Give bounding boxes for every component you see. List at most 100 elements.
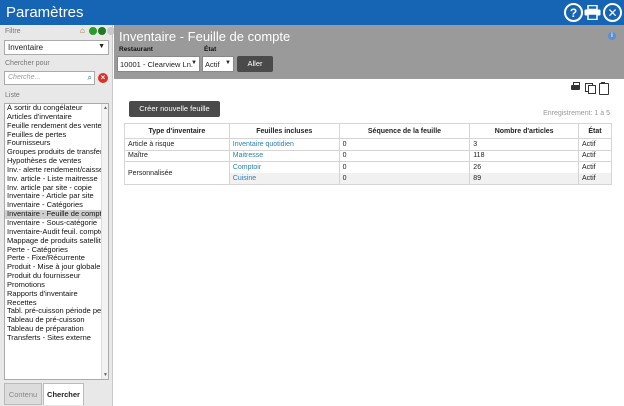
- chevron-down-icon: ▼: [191, 60, 197, 66]
- cell-etat: Actif: [578, 138, 612, 151]
- table-body: Article à risque Inventaire quotidien 0 3 Ac…: [124, 138, 612, 185]
- cell-type: Maître: [124, 150, 230, 162]
- list-item[interactable]: À sortir du congélateur: [5, 104, 108, 113]
- col-header-etat[interactable]: État: [578, 123, 612, 139]
- filter-select-value: Inventaire: [8, 43, 44, 52]
- list-item[interactable]: Groupes produits de transfert: [5, 148, 108, 157]
- toolbar: [570, 82, 609, 95]
- list-item[interactable]: Inventaire - Feuille de compte: [5, 210, 108, 219]
- tab-chercher[interactable]: Chercher: [43, 383, 84, 405]
- cell-feuille: Comptoir: [228, 161, 340, 173]
- scroll-down-icon[interactable]: ▼: [102, 371, 108, 379]
- filter-select[interactable]: Inventaire ▼: [4, 40, 109, 55]
- home-icon[interactable]: ⌂: [80, 27, 88, 35]
- restaurant-select-value: 10001 - Clearview Ln.: [120, 60, 193, 69]
- list-item[interactable]: Rapports d'inventaire: [5, 290, 108, 299]
- list-item[interactable]: Inventaire - Article par site: [5, 192, 108, 201]
- cell-sequence: 0: [338, 138, 471, 151]
- col-header-nombre[interactable]: Nombre d'articles: [469, 123, 580, 139]
- chevron-down-icon: ▼: [225, 60, 231, 66]
- help-icon[interactable]: ?: [564, 3, 583, 22]
- col-header-type[interactable]: Type d'inventaire: [124, 123, 230, 139]
- cell-feuille: Inventaire quotidien: [228, 138, 340, 151]
- main-header: Inventaire - Feuille de compte i Restaur…: [114, 25, 624, 79]
- info-icon[interactable]: i: [608, 32, 616, 40]
- filter-label: Filtre: [5, 28, 21, 35]
- window-title: Paramètres: [6, 4, 84, 21]
- page-title: Inventaire - Feuille de compte: [119, 29, 291, 44]
- list-item[interactable]: Inv. article - Liste maitresse: [5, 175, 108, 184]
- list-item[interactable]: Recettes: [5, 299, 108, 308]
- search-label: Chercher pour: [5, 60, 50, 67]
- etat-select[interactable]: Actif ▼: [202, 56, 234, 72]
- table-row[interactable]: Maître Maitresse 0 118 Actif: [124, 150, 612, 162]
- sheet-link[interactable]: Maitresse: [233, 152, 263, 159]
- list-item[interactable]: Tableau de pré-cuisson: [5, 316, 108, 325]
- list-item[interactable]: Perte - Fixe/Récurrente: [5, 254, 108, 263]
- list-item[interactable]: Tableau de préparation: [5, 325, 108, 334]
- cell-nombre: 3: [469, 138, 580, 151]
- search-placeholder: Cherche...: [8, 74, 41, 81]
- list-item[interactable]: Inv. article par site - copie: [5, 184, 108, 193]
- close-icon[interactable]: ✕: [603, 3, 622, 22]
- cell-feuille: Cuisine: [228, 173, 340, 185]
- list-item[interactable]: Fournisseurs: [5, 139, 108, 148]
- cell-nombre: 26: [469, 161, 580, 173]
- col-header-feuilles[interactable]: Feuilles incluses: [228, 123, 340, 139]
- copy-icon[interactable]: [584, 82, 596, 94]
- list-item[interactable]: Inventaire-Audit feuil. compte: [5, 228, 108, 237]
- cell-sequence: 0: [338, 161, 471, 173]
- sheet-link[interactable]: Inventaire quotidien: [233, 141, 294, 148]
- cell-sequence: 0: [338, 150, 471, 162]
- cell-type: Article à risque: [124, 138, 230, 151]
- record-count: Enregistrement: 1 à 5: [543, 110, 610, 117]
- list-item[interactable]: Feuille rendement des ventes: [5, 122, 108, 131]
- list-item[interactable]: Mappage de produits satellites: [5, 237, 108, 246]
- sheet-link[interactable]: Comptoir: [233, 164, 261, 171]
- cell-sequence: 0: [338, 173, 471, 185]
- table-row[interactable]: Article à risque Inventaire quotidien 0 3 Ac…: [124, 138, 612, 151]
- tab-contenu[interactable]: Contenu: [4, 383, 42, 405]
- clear-search-icon[interactable]: ×: [98, 73, 108, 83]
- sheet-link[interactable]: Cuisine: [233, 175, 256, 182]
- create-sheet-button[interactable]: Créer nouvelle feuille: [129, 101, 220, 117]
- list-item[interactable]: Produit - Mise à jour globale: [5, 263, 108, 272]
- list-item[interactable]: Feuilles de pertes: [5, 131, 108, 140]
- add-icon[interactable]: [89, 27, 97, 35]
- list-item[interactable]: Inv.- alerte rendement/caisse: [5, 166, 108, 175]
- main-panel: Inventaire - Feuille de compte i Restaur…: [114, 25, 624, 406]
- print-icon[interactable]: [583, 3, 602, 22]
- list-item[interactable]: Hypothèses de ventes: [5, 157, 108, 166]
- list-item[interactable]: Produit du fournisseur: [5, 272, 108, 281]
- list-item[interactable]: Inventaire - Sous-catégorie: [5, 219, 108, 228]
- cell-nombre: 118: [469, 150, 580, 162]
- clipboard-icon[interactable]: [598, 82, 609, 95]
- col-header-sequence[interactable]: Séquence de la feuille: [338, 123, 471, 139]
- list-item[interactable]: Inventaire - Catégories: [5, 201, 108, 210]
- list-item[interactable]: Perte - Catégories: [5, 246, 108, 255]
- left-panel: Filtre ⌂ Inventaire ▼ Chercher pour Cher…: [0, 25, 115, 406]
- cell-etat: Actif: [578, 161, 612, 173]
- table-row[interactable]: Personnalisée Comptoir 0 26 Actif: [124, 161, 612, 185]
- left-tabs: Contenu Chercher: [0, 381, 113, 406]
- item-list[interactable]: À sortir du congélateur Articles d'invent…: [4, 103, 109, 380]
- search-icon[interactable]: ⌕: [88, 73, 92, 83]
- scroll-up-icon[interactable]: ▲: [102, 104, 108, 112]
- list-item[interactable]: Tabl. pré-cuisson période per: [5, 307, 108, 316]
- list-item[interactable]: Promotions: [5, 281, 108, 290]
- cell-etat: Actif: [578, 150, 612, 162]
- list-item[interactable]: Articles d'inventaire: [5, 113, 108, 122]
- etat-select-value: Actif: [205, 60, 220, 69]
- go-button[interactable]: Aller: [237, 56, 273, 72]
- cell-etat: Actif: [578, 173, 612, 185]
- sheets-table: Type d'inventaire Feuilles incluses Séqu…: [124, 123, 612, 185]
- chevron-down-icon: ▼: [98, 43, 105, 50]
- list-items: À sortir du congélateur Articles d'invent…: [5, 104, 108, 343]
- search-input[interactable]: Cherche... ⌕: [4, 71, 95, 85]
- list-item[interactable]: Transferts - Sites externe: [5, 334, 108, 343]
- restaurant-select[interactable]: 10001 - Clearview Ln. ▼: [117, 56, 200, 72]
- title-bar: Paramètres ? ✕: [0, 0, 624, 25]
- apply-icon[interactable]: [98, 27, 106, 35]
- print-icon[interactable]: [570, 82, 581, 93]
- list-scrollbar[interactable]: ▲ ▼: [101, 104, 108, 379]
